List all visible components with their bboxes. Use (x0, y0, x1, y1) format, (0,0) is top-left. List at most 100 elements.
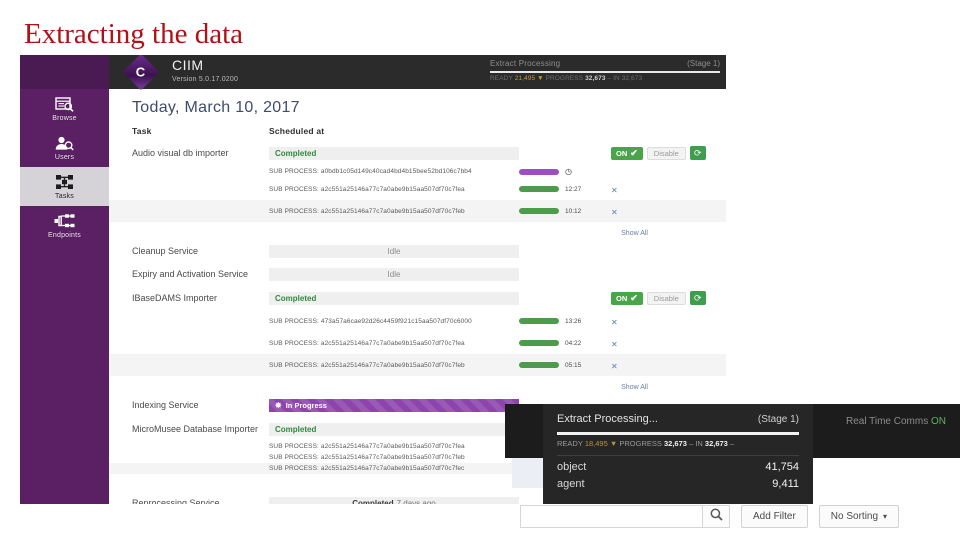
sidebar-item-label: Endpoints (48, 232, 81, 239)
table-row[interactable]: SUB PROCESS: 473a57a6cae92d26c4459f921c1… (109, 310, 726, 332)
status-badge: Idle (387, 270, 401, 279)
dash-2: – (729, 439, 735, 448)
spacer-cell (109, 310, 269, 332)
in-value: 32,673 (704, 439, 728, 448)
show-all-link[interactable]: Show All (621, 230, 648, 237)
status-badge: Completed (275, 148, 317, 158)
app-version: Version 5.0.17.0200 (172, 75, 239, 83)
spacer-cell (611, 240, 726, 263)
toggle-on-label: ON (616, 148, 628, 158)
metric-value: 41,754 (765, 461, 799, 473)
column-header-task: Task (132, 126, 152, 136)
subprocess-hash: SUB PROCESS: a2c551a25146a77c7a0abe9b15a… (269, 185, 465, 193)
toggle-on-button[interactable]: ON ✔ (611, 146, 643, 160)
show-all-cell[interactable]: Show All (269, 222, 726, 240)
footer-toolbar: Add Filter No Sorting ▾ (520, 505, 900, 528)
table-row[interactable]: Cleanup Service Idle (109, 240, 726, 263)
spacer-cell (109, 222, 269, 240)
subprocess-time: 04:22 (565, 339, 582, 347)
task-name: Cleanup Service (132, 246, 199, 256)
column-header-actions (611, 123, 726, 141)
date-header: Today, March 10, 2017 (132, 99, 300, 116)
endpoints-icon (54, 212, 76, 230)
realtime-comms-status: Real Time Comms ON (846, 416, 946, 427)
disable-button[interactable]: Disable (646, 291, 686, 305)
add-filter-button[interactable]: Add Filter (741, 505, 808, 528)
progress-bar (519, 186, 559, 192)
subprocess-time: 05:15 (565, 361, 582, 369)
subprocess-hash: SUB PROCESS: a2c551a25146a77c7a0abe9b15a… (269, 443, 465, 450)
table-row[interactable]: SUB PROCESS: a2c551a25146a77c7a0abe9b15a… (109, 178, 726, 200)
subprocess-progress: 13:26 (519, 310, 611, 332)
disable-button[interactable]: Disable (646, 146, 686, 160)
spacer-cell (519, 263, 611, 286)
close-icon[interactable]: ✕ (611, 340, 618, 349)
close-icon[interactable]: ✕ (611, 208, 618, 217)
topbar-extract-widget[interactable]: Extract Processing (Stage 1) READY 21,49… (490, 59, 720, 82)
spacer-cell (109, 200, 269, 222)
table-row[interactable]: SUB PROCESS: a2c551a25146a77c7a0abe9b15a… (109, 200, 726, 222)
table-row[interactable]: SUB PROCESS: a2c551a25146a77c7a0abe9b15a… (109, 332, 726, 354)
search-button[interactable] (702, 505, 730, 528)
spacer-cell (519, 141, 611, 165)
sidebar-item-users[interactable]: Users (20, 128, 109, 167)
spacer-cell (611, 263, 726, 286)
gear-icon: ✸ (275, 401, 282, 410)
show-all-link[interactable]: Show All (621, 384, 648, 391)
toggle-on-button[interactable]: ON ✔ (611, 291, 643, 305)
task-status: Completed (269, 286, 519, 310)
subprocess-progress: 05:15 (519, 354, 611, 376)
sorting-dropdown[interactable]: No Sorting ▾ (818, 505, 900, 528)
subprocess-close[interactable]: ✕ (611, 354, 726, 376)
search-input[interactable] (520, 505, 702, 528)
table-row[interactable]: SUB PROCESS: a2c551a25146a77c7a0abe9b15a… (109, 354, 726, 376)
trend-arrow-icon: ▼ (537, 75, 544, 82)
show-all-cell[interactable]: Show All (269, 376, 726, 394)
sidebar-item-tasks[interactable]: Tasks (20, 167, 109, 206)
subprocess-close[interactable]: ✕ (611, 310, 726, 332)
extract-processing-popup[interactable]: Extract Processing... (Stage 1) READY 18… (543, 404, 813, 504)
subprocess-close[interactable]: ✕ (611, 332, 726, 354)
table-row[interactable]: SUB PROCESS: a0bdb1c05d149c40cad4bd4b15b… (109, 165, 726, 178)
trend-arrow-icon: ▼ (609, 439, 618, 448)
overlay-progressbar (557, 432, 799, 435)
task-status: Completed 7 days ago (269, 492, 519, 504)
subprocess-hash: SUB PROCESS: a2c551a25146a77c7a0abe9b15a… (269, 361, 465, 369)
spacer-cell (109, 474, 269, 492)
subprocess-hash: SUB PROCESS: 473a57a6cae92d26c4459f921c1… (269, 317, 472, 325)
table-row[interactable]: Expiry and Activation Service Idle (109, 263, 726, 286)
refresh-icon[interactable]: ⟳ (689, 291, 706, 305)
refresh-icon[interactable]: ⟳ (689, 146, 706, 160)
list-item: object 41,754 (557, 456, 799, 473)
subprocess-close[interactable]: ✕ (611, 200, 726, 222)
spacer-cell (109, 332, 269, 354)
dash: – (607, 75, 612, 82)
subprocess-time: 10:12 (565, 207, 582, 215)
subprocess-close[interactable]: ✕ (611, 178, 726, 200)
task-name: Indexing Service (132, 400, 199, 410)
column-header-progress (519, 123, 611, 141)
spacer-cell (109, 354, 269, 376)
table-row[interactable]: IBaseDAMS Importer Completed ON ✔ Disabl… (109, 286, 726, 310)
list-item: agent 9,411 (557, 473, 799, 490)
subprocess-progress: ◷ (519, 165, 611, 178)
sidebar-item-endpoints[interactable]: Endpoints (20, 206, 109, 245)
progress-label: PROGRESS (545, 75, 584, 82)
subprocess-time: 12:27 (565, 185, 582, 193)
close-icon[interactable]: ✕ (611, 318, 618, 327)
progress-bar (519, 340, 559, 346)
table-row[interactable]: Audio visual db importer Completed ON ✔ (109, 141, 726, 165)
overlay-title: Extract Processing... (557, 413, 658, 425)
check-icon: ✔ (630, 147, 638, 158)
task-status: Idle (269, 240, 519, 263)
in-label: IN (695, 439, 703, 448)
task-status: Idle (269, 263, 519, 286)
spacer-cell (519, 286, 611, 310)
task-status: ✸ In Progress (269, 394, 519, 417)
ready-label: READY (557, 439, 583, 448)
close-icon[interactable]: ✕ (611, 362, 618, 371)
sidebar-item-browse[interactable]: Browse (20, 89, 109, 128)
task-name: Reprocessing Service (132, 498, 220, 504)
close-icon[interactable]: ✕ (611, 186, 618, 195)
ready-value: 18,495 (584, 439, 608, 448)
